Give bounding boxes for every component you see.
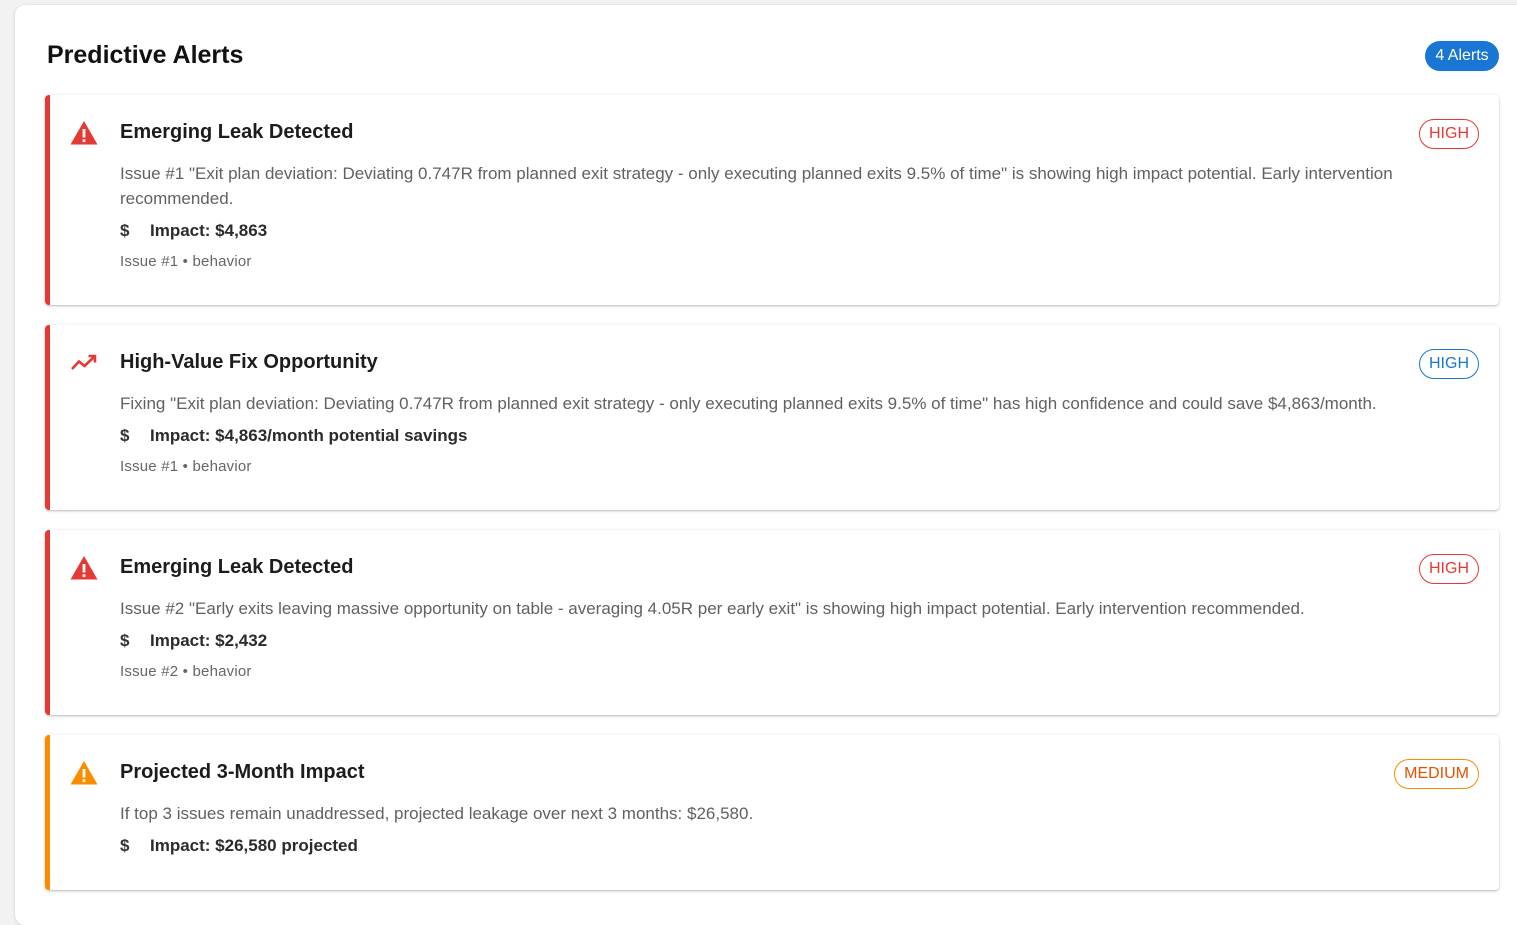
alert-meta: Issue #2 • behavior — [120, 663, 252, 680]
severity-stripe — [45, 530, 50, 715]
severity-stripe — [45, 735, 50, 890]
impact-value: Impact: $4,863/month potential savings — [150, 426, 468, 445]
panel-title: Predictive Alerts — [47, 41, 244, 69]
warning-triangle-icon — [70, 761, 98, 785]
dollar-icon: $ — [120, 221, 130, 240]
alert-card[interactable]: Emerging Leak Detected HIGH Issue #1 "Ex… — [45, 95, 1499, 305]
alert-card[interactable]: Emerging Leak Detected HIGH Issue #2 "Ea… — [45, 530, 1499, 715]
impact-row: $ Impact: $2,432 — [120, 631, 267, 651]
dollar-icon: $ — [120, 836, 130, 855]
dollar-icon: $ — [120, 631, 130, 650]
impact-value: Impact: $26,580 projected — [150, 836, 358, 855]
warning-triangle-icon — [70, 121, 98, 145]
alert-title: Emerging Leak Detected — [120, 121, 354, 143]
alert-title: Projected 3-Month Impact — [120, 761, 365, 783]
predictive-alerts-panel: Predictive Alerts 4 Alerts Emerging Leak… — [15, 5, 1517, 925]
severity-badge: HIGH — [1419, 349, 1479, 379]
alert-title: High-Value Fix Opportunity — [120, 351, 378, 373]
alert-description: Issue #2 "Early exits leaving massive op… — [120, 599, 1305, 618]
severity-stripe — [45, 325, 50, 510]
severity-badge: HIGH — [1419, 119, 1479, 149]
impact-value: Impact: $2,432 — [150, 631, 268, 650]
alert-description: Issue #1 "Exit plan deviation: Deviating… — [120, 164, 1393, 208]
trending-up-icon — [71, 354, 97, 370]
alert-count-badge: 4 Alerts — [1425, 41, 1499, 71]
alert-title: Emerging Leak Detected — [120, 556, 354, 578]
alert-card[interactable]: High-Value Fix Opportunity HIGH Fixing "… — [45, 325, 1499, 510]
warning-triangle-icon — [70, 556, 98, 580]
impact-row: $ Impact: $4,863 — [120, 221, 267, 241]
impact-value: Impact: $4,863 — [150, 221, 268, 240]
dollar-icon: $ — [120, 426, 130, 445]
impact-row: $ Impact: $26,580 projected — [120, 836, 358, 856]
severity-stripe — [45, 95, 50, 305]
alert-card[interactable]: Projected 3-Month Impact MEDIUM If top 3… — [45, 735, 1499, 890]
alert-meta: Issue #1 • behavior — [120, 253, 252, 270]
alert-description: Fixing "Exit plan deviation: Deviating 0… — [120, 394, 1377, 413]
severity-badge: MEDIUM — [1394, 759, 1479, 789]
alert-description: If top 3 issues remain unaddressed, proj… — [120, 804, 754, 823]
severity-badge: HIGH — [1419, 554, 1479, 584]
impact-row: $ Impact: $4,863/month potential savings — [120, 426, 467, 446]
alert-meta: Issue #1 • behavior — [120, 458, 252, 475]
